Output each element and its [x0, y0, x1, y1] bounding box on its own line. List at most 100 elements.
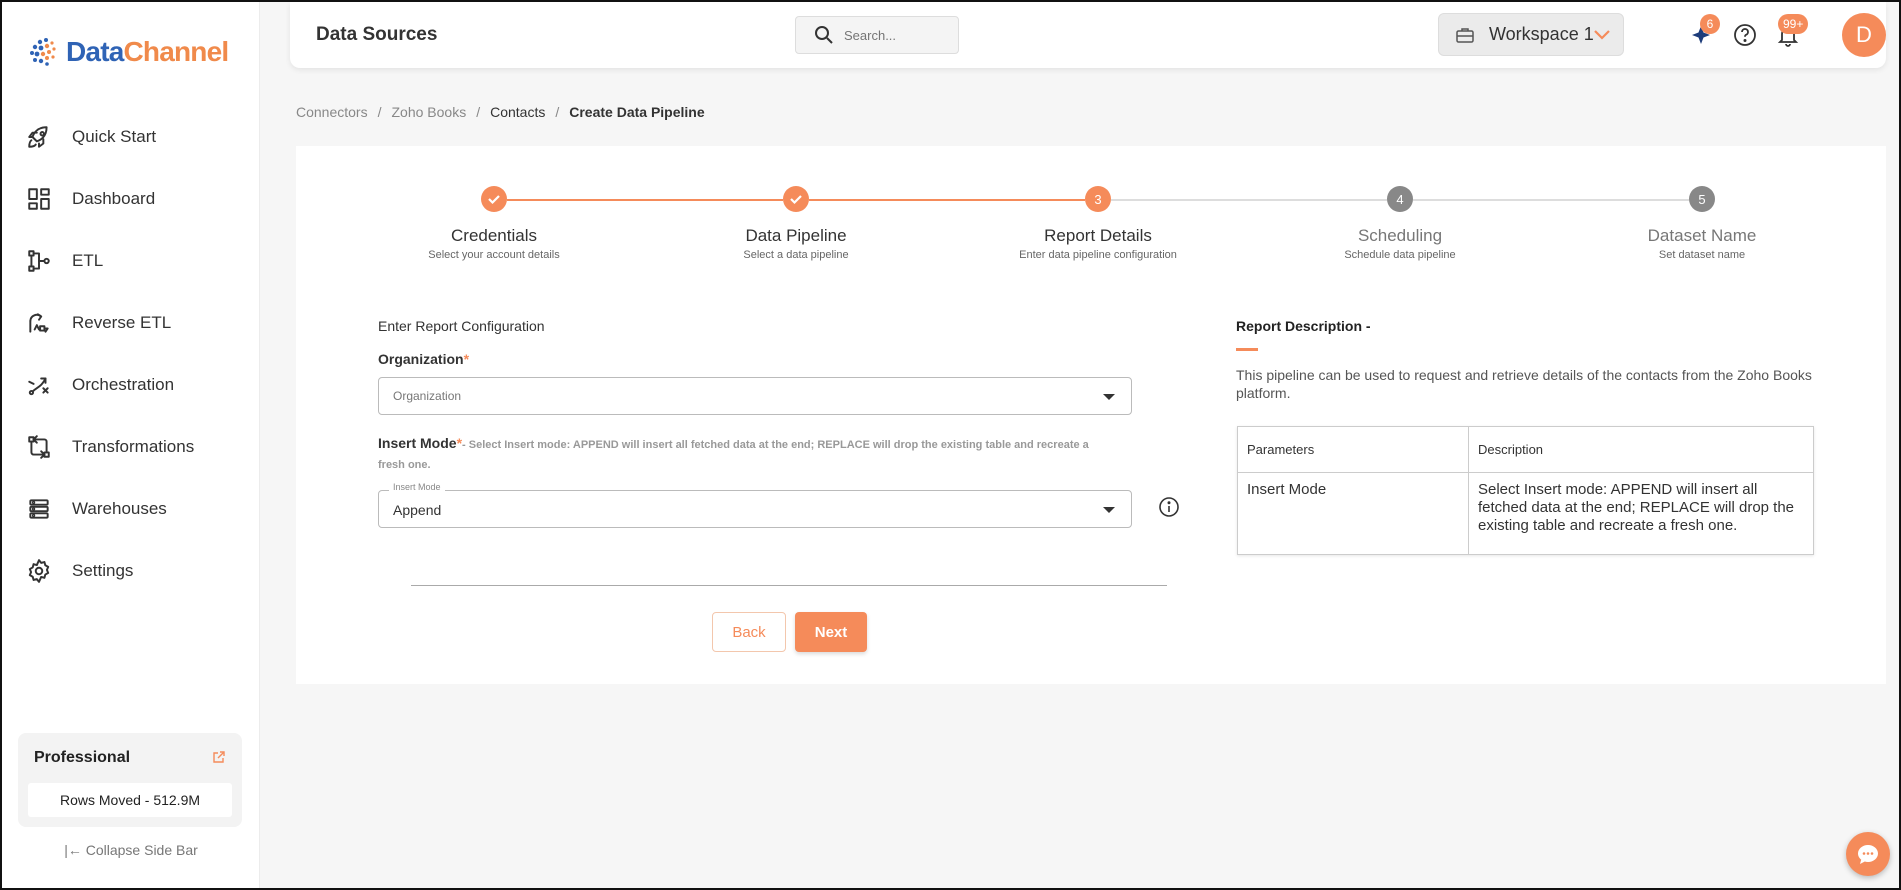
dashboard-icon: [28, 188, 50, 210]
insert-mode-hint: - Select Insert mode: APPEND will insert…: [378, 439, 1089, 471]
insert-mode-label-text: Insert Mode: [378, 435, 457, 451]
sidebar-item-label: Dashboard: [72, 189, 156, 208]
ai-badge: 6: [1700, 14, 1720, 34]
step-check-icon: [481, 186, 507, 212]
step-subtitle: Set dataset name: [1658, 249, 1746, 261]
step-dataset-name[interactable]: 5 Dataset Name Set dataset name: [1572, 186, 1832, 261]
insert-mode-value: Append: [393, 502, 442, 518]
column-header: Description: [1468, 426, 1814, 473]
app-frame: DataChannel Quick Start Dashboard ETL Re…: [0, 0, 1901, 890]
step-credentials[interactable]: Credentials Select your account details: [364, 186, 624, 261]
step-number: 5: [1689, 186, 1715, 212]
chat-button[interactable]: [1846, 832, 1890, 876]
plan-card: Professional Rows Moved - 512.9M: [18, 733, 242, 827]
step-subtitle: Schedule data pipeline: [1344, 249, 1456, 261]
search-box[interactable]: [795, 16, 959, 54]
sidebar-item-warehouses[interactable]: Warehouses: [2, 478, 260, 540]
form-divider: [411, 585, 1167, 586]
datachannel-logo-icon: [30, 38, 56, 66]
sidebar-item-settings[interactable]: Settings: [2, 540, 260, 602]
report-description-title: Report Description -: [1236, 318, 1371, 334]
step-title: Scheduling: [1357, 226, 1443, 245]
brand-name-part1: Data: [66, 36, 124, 67]
rows-moved: Rows Moved - 512.9M: [28, 783, 232, 817]
sidebar-item-label: Settings: [72, 561, 134, 580]
sidebar-item-label: Quick Start: [72, 127, 157, 146]
breadcrumb-item[interactable]: Contacts: [490, 104, 545, 120]
insert-mode-select[interactable]: Insert Mode Append: [378, 482, 1132, 528]
reverse-etl-icon: [29, 313, 49, 333]
table-cell: Insert Mode: [1237, 472, 1469, 555]
step-title: Credentials: [451, 226, 537, 245]
form-title: Enter Report Configuration: [378, 318, 545, 334]
organization-select[interactable]: Organization: [378, 377, 1132, 415]
sidebar-item-orchestration[interactable]: Orchestration: [2, 354, 260, 416]
table-header-row: Parameters Description: [1237, 426, 1814, 473]
brand-logo[interactable]: DataChannel: [26, 32, 230, 72]
search-icon: [815, 26, 833, 44]
step-number: 3: [1085, 186, 1111, 212]
sidebar-item-label: ETL: [72, 251, 104, 270]
step-subtitle: Select a data pipeline: [743, 249, 849, 261]
breadcrumb-separator: /: [476, 104, 481, 120]
table-cell: Select Insert mode: APPEND will insert a…: [1468, 472, 1814, 555]
step-scheduling[interactable]: 4 Scheduling Schedule data pipeline: [1270, 186, 1530, 261]
step-number: 4: [1387, 186, 1413, 212]
workspace-name: Workspace 1: [1489, 24, 1594, 44]
workspace-selector[interactable]: Workspace 1: [1438, 13, 1624, 56]
gear-icon: [28, 559, 50, 583]
step-subtitle: Select your account details: [428, 249, 560, 261]
collapse-sidebar-button[interactable]: |← Collapse Side Bar: [2, 842, 260, 858]
breadcrumb-separator: /: [377, 104, 382, 120]
parameters-table: Parameters Description Insert Mode Selec…: [1237, 426, 1814, 555]
briefcase-icon: [1456, 27, 1474, 43]
required-marker: *: [463, 351, 470, 367]
notification-badge: 99+: [1778, 14, 1809, 34]
top-header: Data Sources Workspace 1 6 99+ D: [290, 2, 1886, 68]
avatar[interactable]: D: [1842, 13, 1886, 57]
step-subtitle: Enter data pipeline configuration: [1019, 249, 1177, 261]
caret-down-icon: [1103, 394, 1115, 400]
breadcrumb-item[interactable]: Connectors: [296, 104, 368, 120]
warehouses-icon: [29, 499, 49, 519]
sidebar: DataChannel Quick Start Dashboard ETL Re…: [2, 2, 260, 888]
step-title: Dataset Name: [1647, 226, 1757, 245]
breadcrumb-item[interactable]: Zoho Books: [391, 104, 466, 120]
brand-name: DataChannel: [66, 36, 230, 68]
sidebar-item-etl[interactable]: ETL: [2, 230, 260, 292]
step-data-pipeline[interactable]: Data Pipeline Select a data pipeline: [666, 186, 926, 261]
help-icon[interactable]: [1732, 22, 1758, 48]
caret-down-icon: [1103, 507, 1115, 513]
rocket-icon: [28, 126, 48, 148]
external-link-icon[interactable]: [212, 750, 226, 764]
sidebar-item-quick-start[interactable]: Quick Start: [2, 106, 260, 168]
breadcrumb-current: Create Data Pipeline: [569, 104, 705, 120]
next-button[interactable]: Next: [795, 612, 867, 652]
organization-placeholder: Organization: [393, 389, 462, 403]
sidebar-item-reverse-etl[interactable]: Reverse ETL: [2, 292, 260, 354]
step-check-icon: [783, 186, 809, 212]
organization-label-text: Organization: [378, 351, 464, 367]
plan-title: Professional: [34, 749, 131, 766]
collapse-label: Collapse Side Bar: [85, 842, 198, 858]
back-button[interactable]: Back: [712, 612, 786, 652]
insert-mode-label: Insert Mode*- Select Insert mode: APPEND…: [378, 434, 1098, 474]
search-input[interactable]: [844, 27, 944, 43]
info-icon[interactable]: [1158, 496, 1180, 518]
step-report-details[interactable]: 3 Report Details Enter data pipeline con…: [968, 186, 1228, 261]
etl-icon: [28, 250, 50, 272]
step-title: Data Pipeline: [745, 226, 847, 245]
sidebar-item-label: Orchestration: [72, 375, 175, 394]
sidebar-item-dashboard[interactable]: Dashboard: [2, 168, 260, 230]
orchestration-icon: [28, 377, 49, 396]
report-description-text: This pipeline can be used to request and…: [1236, 367, 1812, 401]
insert-mode-float-label: Insert Mode: [389, 482, 445, 492]
brand-name-part2: Channel: [123, 36, 230, 67]
chevron-down-icon: [1594, 30, 1610, 40]
organization-label: Organization*: [378, 351, 469, 367]
sidebar-item-label: Transformations: [72, 437, 195, 456]
table-row: Insert Mode Select Insert mode: APPEND w…: [1237, 472, 1814, 555]
sidebar-nav: Quick Start Dashboard ETL Reverse ETL Or…: [2, 106, 260, 602]
sidebar-item-transformations[interactable]: Transformations: [2, 416, 260, 478]
collapse-icon: |←: [64, 842, 82, 858]
